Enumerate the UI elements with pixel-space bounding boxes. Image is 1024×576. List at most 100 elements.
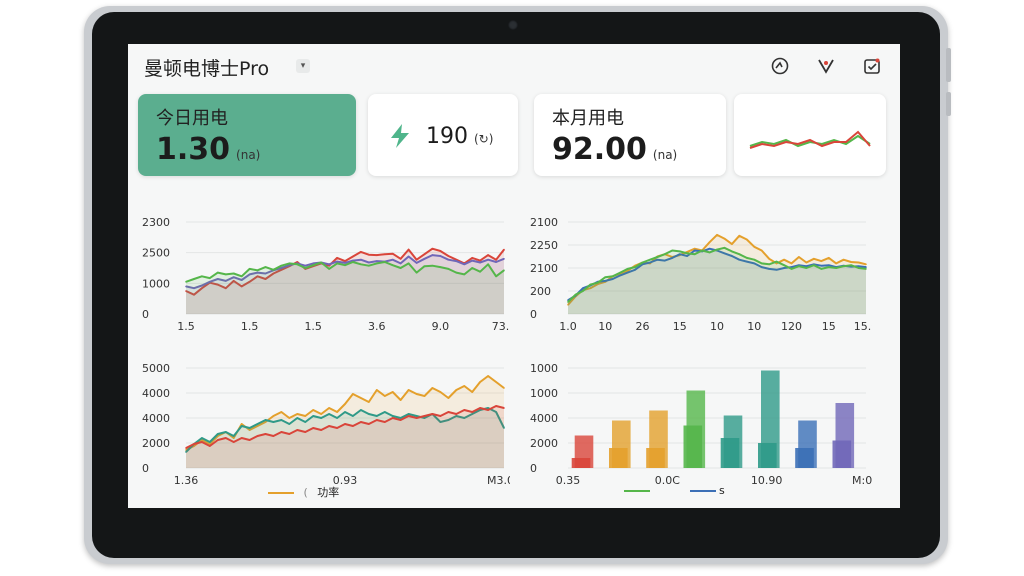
- chart-3-point: [232, 435, 235, 437]
- chart-3-point: [296, 417, 299, 419]
- chart-3-point: [447, 397, 450, 399]
- chart-3-point: [320, 429, 322, 431]
- x-tick-label: 10: [598, 320, 612, 333]
- x-tick-label: 1.36: [174, 474, 199, 487]
- chart-2-point: [798, 256, 800, 258]
- chart-1-point: [431, 264, 434, 267]
- chart-1-point: [503, 258, 505, 260]
- chart-3-point: [232, 441, 235, 443]
- chart-3-point: [240, 425, 243, 427]
- chart-3-point: [384, 411, 386, 413]
- chart-3-point: [272, 421, 275, 423]
- chart-2-point: [753, 258, 756, 261]
- chart-2-point: [634, 266, 636, 268]
- chart-3-point: [296, 429, 299, 431]
- chart-2-point: [611, 275, 614, 278]
- chart-3-legend[interactable]: ( 功率: [268, 484, 339, 500]
- chart-2-point: [842, 258, 845, 261]
- chart-2-point: [783, 264, 785, 266]
- chart-3-point: [384, 395, 386, 397]
- x-tick-label: 1.5: [304, 320, 322, 333]
- chart-3-point: [344, 403, 346, 405]
- chart-1-point: [368, 261, 370, 264]
- chart-3-point: [447, 411, 450, 413]
- chart-3-point: [272, 435, 275, 437]
- chart-3-point: [288, 433, 291, 435]
- x-tick-label: M3.00: [487, 474, 510, 487]
- chart-1-point: [248, 268, 251, 270]
- chart-1-point: [439, 255, 442, 257]
- chart-2-point: [768, 258, 770, 260]
- chart-2-point: [813, 258, 815, 260]
- x-tick-label: M:0C: [852, 474, 872, 487]
- check-calendar-icon[interactable]: [862, 56, 882, 76]
- legend-green-line: [624, 490, 650, 492]
- chart-2-point: [857, 261, 860, 264]
- chart-3-point: [296, 413, 299, 415]
- chart-3-point: [328, 413, 330, 415]
- chart-3-point: [312, 409, 314, 411]
- bar-front-lime: [683, 425, 703, 468]
- chart-1-point: [360, 251, 362, 253]
- chart-2-point: [865, 263, 867, 266]
- chart-2-point: [828, 257, 830, 259]
- chart-3-point: [201, 437, 203, 439]
- chart-4-legend[interactable]: s: [624, 484, 725, 497]
- chart-1-point: [376, 254, 378, 256]
- legend-marker-icon: (: [303, 486, 308, 499]
- chart-2-point: [760, 262, 763, 265]
- chart-2-point: [835, 262, 837, 265]
- chart-2-point: [604, 276, 607, 278]
- chart-3-point: [304, 415, 307, 417]
- chart-3-point: [248, 439, 251, 441]
- legend-label-2: s: [719, 484, 725, 497]
- y-tick-label: 2000: [530, 437, 558, 450]
- chart-2-point: [686, 252, 688, 255]
- month-usage-label: 本月用电: [552, 108, 624, 129]
- today-usage-label: 今日用电: [156, 108, 228, 129]
- month-usage-card[interactable]: 本月用电 92.00 (na): [534, 94, 726, 176]
- trend-sparkline-card[interactable]: [734, 94, 886, 176]
- gauge-icon[interactable]: [770, 56, 790, 76]
- chart-3-point: [415, 417, 418, 419]
- chart-3-point: [280, 411, 283, 413]
- chart-3-point: [415, 393, 418, 395]
- chart-2-point: [828, 266, 830, 268]
- chart-1-point: [471, 259, 474, 262]
- chart-3-point: [360, 409, 362, 411]
- chart-3-point: [495, 381, 497, 383]
- chart-2-point: [708, 241, 711, 243]
- app-header: 曼顿电博士Pro ▾: [128, 44, 900, 88]
- chart-1-point: [439, 266, 442, 268]
- chart-1-point: [296, 263, 299, 266]
- chart-3-point: [225, 431, 227, 433]
- chart-1-point: [344, 260, 346, 262]
- chart-1-point: [471, 257, 474, 259]
- app-switcher-dropdown[interactable]: ▾: [296, 59, 310, 73]
- chart-3-point: [479, 381, 481, 383]
- power-card[interactable]: 190 (↻): [368, 94, 518, 176]
- chart-1-point: [423, 265, 426, 267]
- chart-1-point: [399, 267, 402, 269]
- chart-1-point: [407, 248, 410, 251]
- chart-1-point: [447, 255, 450, 257]
- chart-3-point: [487, 409, 489, 411]
- chart-1-point: [201, 275, 203, 278]
- chart-2-point: [828, 264, 830, 266]
- chart-1-point: [391, 258, 394, 261]
- chart-1-point: [455, 271, 458, 274]
- chart-3-point: [352, 393, 354, 395]
- today-usage-card[interactable]: 今日用电 1.30 (na): [138, 94, 356, 176]
- chart-2-point: [805, 267, 808, 269]
- month-usage-number: 92.00: [552, 132, 647, 167]
- chart-1-point: [407, 262, 410, 265]
- chart-2-point: [708, 251, 711, 254]
- chart-3-point: [376, 389, 378, 391]
- x-tick-label: 1.5: [241, 320, 258, 333]
- signal-icon[interactable]: [816, 56, 836, 76]
- legend-label: 功率: [317, 486, 340, 499]
- chart-2-point: [753, 246, 756, 248]
- y-tick-label: 2300: [142, 216, 170, 229]
- chart-1-point: [391, 252, 394, 255]
- chart-1-point: [232, 272, 235, 275]
